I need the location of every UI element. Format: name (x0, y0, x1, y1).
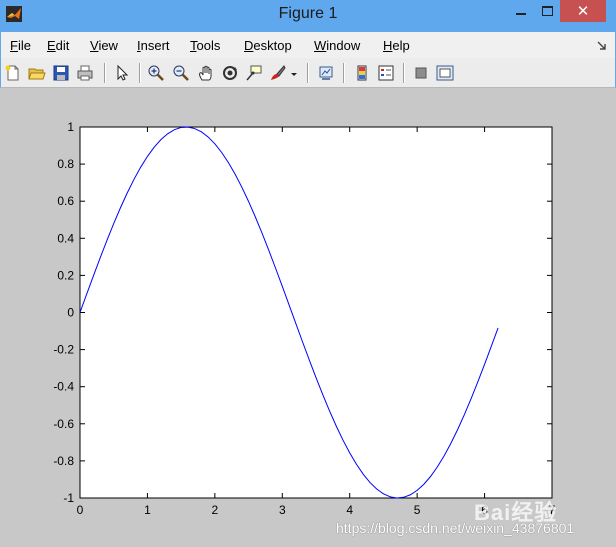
rotate-3d-icon[interactable] (221, 64, 239, 82)
csdn-watermark-text: https://blog.csdn.net/weixin_43876801 (336, 520, 575, 536)
title-bar: Figure 1 ✕ (0, 0, 616, 32)
toolbar-separator (104, 63, 105, 83)
zoom-out-icon[interactable] (172, 64, 190, 82)
y-tick-label: 1 (67, 120, 74, 134)
close-button[interactable]: ✕ (560, 0, 606, 22)
close-icon: ✕ (576, 3, 590, 20)
link-plot-icon[interactable] (317, 64, 335, 82)
menu-window[interactable]: Window (314, 38, 360, 53)
axes-background (79, 126, 553, 499)
hide-plot-tools-icon[interactable] (412, 64, 430, 82)
menu-bar: File Edit View Insert Tools Desktop Wind… (0, 32, 616, 58)
x-tick-label: 2 (212, 503, 219, 517)
y-tick-label: 0.6 (57, 194, 74, 208)
figure-toolbar (0, 58, 616, 88)
y-tick-label: -0.4 (53, 380, 74, 394)
menu-view[interactable]: View (90, 38, 118, 53)
axes-container[interactable]: 0 1 2 3 4 5 6 7-1-0.8-0.6-0.4-0.200.20.40.60.81 (0, 88, 616, 547)
menu-tools[interactable]: Tools (190, 38, 220, 53)
y-tick-label: 0.8 (57, 157, 74, 171)
minimize-icon (516, 13, 526, 15)
menu-help[interactable]: Help (383, 38, 410, 53)
y-tick-label: 0.2 (57, 268, 74, 282)
y-tick-label: -0.6 (53, 417, 74, 431)
save-icon[interactable] (52, 64, 70, 82)
toolbar-separator (343, 63, 344, 83)
toolbar-separator (403, 63, 404, 83)
maximize-icon (541, 6, 553, 16)
menu-insert[interactable]: Insert (137, 38, 170, 53)
maximize-button[interactable] (534, 0, 560, 22)
y-tick-label: 0 (67, 306, 74, 320)
y-tick-label: -0.2 (53, 343, 74, 357)
toolbar-separator (307, 63, 308, 83)
colorbar-icon[interactable] (353, 64, 371, 82)
y-tick-label: 0.4 (57, 231, 74, 245)
brush-dropdown-icon[interactable] (289, 64, 299, 82)
x-tick-label: 5 (414, 503, 421, 517)
edit-plot-arrow-icon[interactable] (113, 64, 131, 82)
y-tick-label: -1 (63, 491, 74, 505)
dock-arrow-icon[interactable] (597, 40, 607, 50)
y-tick-label: -0.8 (53, 454, 74, 468)
pan-hand-icon[interactable] (197, 64, 215, 82)
show-plot-tools-icon[interactable] (436, 64, 454, 82)
brush-icon[interactable] (269, 64, 287, 82)
toolbar-separator (139, 63, 140, 83)
new-figure-icon[interactable] (4, 64, 22, 82)
zoom-in-icon[interactable] (147, 64, 165, 82)
data-cursor-icon[interactable] (245, 64, 263, 82)
menu-edit[interactable]: Edit (47, 38, 69, 53)
menu-desktop[interactable]: Desktop (244, 38, 292, 53)
figure-canvas: 0 1 2 3 4 5 6 7 -1 -0.8 -0.6 -0.4 -0.2 0 0.2 0.4 0.6 0.8 1 (0, 88, 616, 547)
x-tick-label: 1 (144, 503, 151, 517)
menu-file[interactable]: File (10, 38, 31, 53)
x-tick-label: 0 (77, 503, 84, 517)
minimize-button[interactable] (508, 0, 534, 22)
print-icon[interactable] (76, 64, 94, 82)
x-tick-label: 3 (279, 503, 286, 517)
x-tick-label: 4 (346, 503, 353, 517)
legend-icon[interactable] (377, 64, 395, 82)
open-file-icon[interactable] (28, 64, 46, 82)
